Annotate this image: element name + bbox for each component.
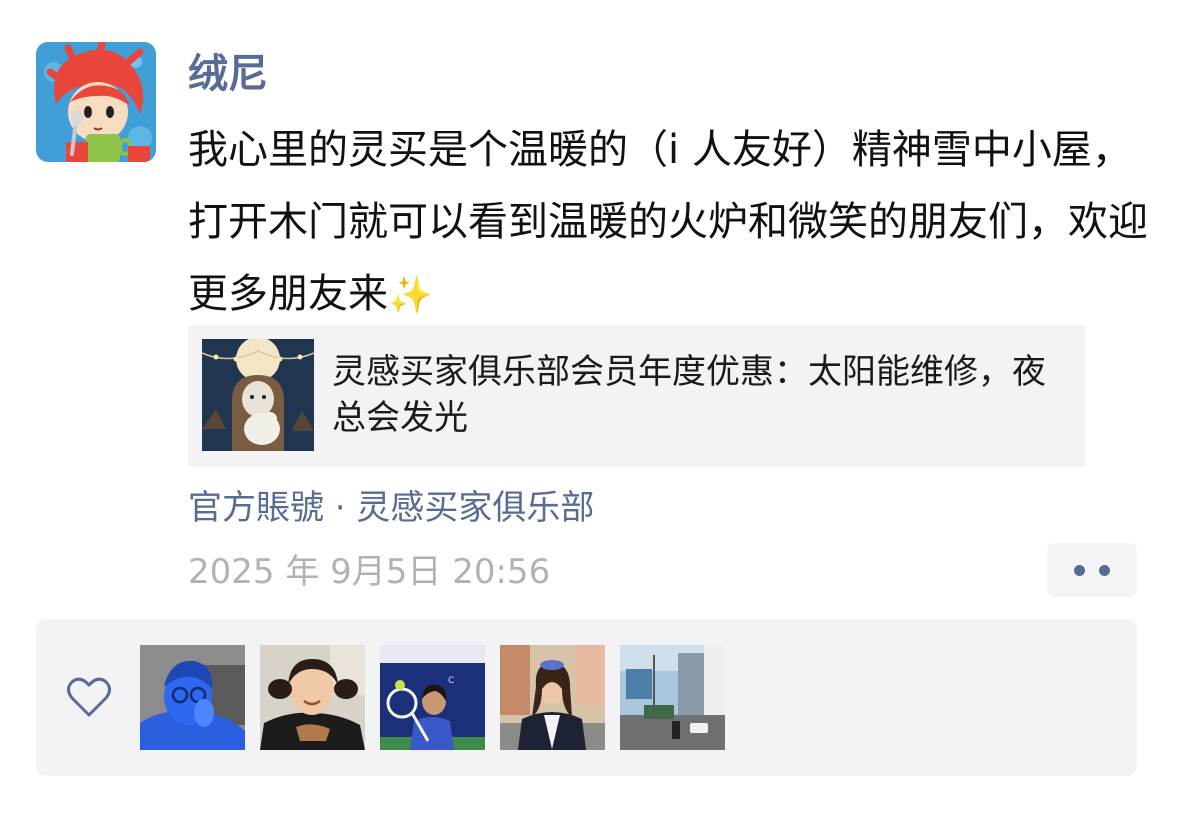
svg-text:C: C <box>448 676 454 686</box>
heart-outline-icon <box>67 677 111 717</box>
post-body: 我心里的灵买是个温暖的（i 人友好）精神雪中小屋，打开木门就可以看到温暖的火炉和… <box>188 127 1148 317</box>
liker-avatar[interactable] <box>500 645 605 750</box>
source-account[interactable]: 官方賬號 · 灵感买家俱乐部 <box>188 484 594 532</box>
shared-link-card[interactable]: 灵感买家俱乐部会员年度优惠：太阳能维修，夜总会发光 <box>188 325 1085 467</box>
link-thumbnail <box>202 339 314 451</box>
liker-avatar[interactable]: C <box>380 645 485 750</box>
link-title: 灵感买家俱乐部会员年度优惠：太阳能维修，夜总会发光 <box>332 352 1046 438</box>
liker-avatar[interactable] <box>260 645 365 750</box>
sparkles-emoji: ✨ <box>388 275 433 316</box>
liker-avatar[interactable] <box>620 645 725 750</box>
author-avatar[interactable] <box>36 42 156 162</box>
post-timestamp: 2025 年 9月5日 20:56 <box>188 552 551 592</box>
more-button[interactable] <box>1047 543 1137 597</box>
author-name[interactable]: 绒尼 <box>188 46 268 102</box>
likes-panel: C <box>36 619 1137 776</box>
liker-avatar[interactable] <box>140 645 245 750</box>
post-text: 我心里的灵买是个温暖的（i 人友好）精神雪中小屋，打开木门就可以看到温暖的火炉和… <box>188 114 1148 332</box>
